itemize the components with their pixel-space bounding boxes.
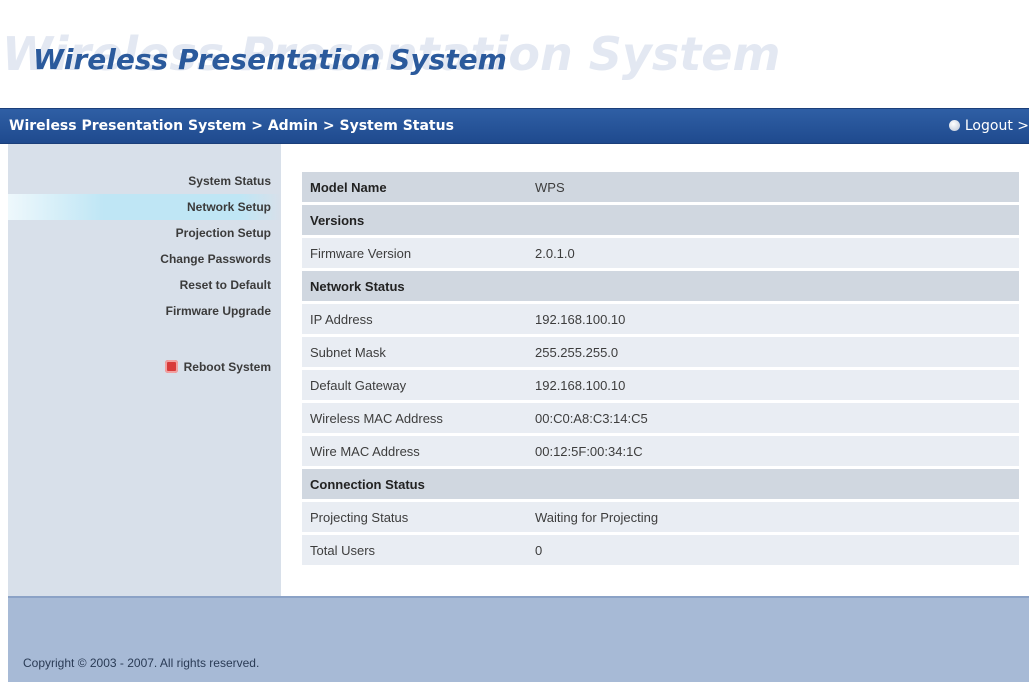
subnet-mask-value: 255.255.255.0: [527, 337, 1019, 367]
logout-icon: [948, 120, 960, 131]
network-status-header: Network Status: [302, 271, 1019, 301]
table-row: Firmware Version 2.0.1.0: [302, 238, 1019, 268]
table-row: Projecting Status Waiting for Projecting: [302, 502, 1019, 532]
connection-status-header: Connection Status: [302, 469, 1019, 499]
sidebar-item-system-status[interactable]: System Status: [8, 168, 281, 194]
section-header-row: Connection Status: [302, 469, 1019, 499]
reboot-system-button[interactable]: Reboot System: [8, 354, 281, 380]
table-row: Default Gateway 192.168.100.10: [302, 370, 1019, 400]
sidebar-item-reset-to-default[interactable]: Reset to Default: [8, 272, 281, 298]
firmware-version-label: Firmware Version: [302, 238, 527, 268]
section-header-row: Versions: [302, 205, 1019, 235]
table-row: Subnet Mask 255.255.255.0: [302, 337, 1019, 367]
subnet-mask-label: Subnet Mask: [302, 337, 527, 367]
sidebar-item-firmware-upgrade[interactable]: Firmware Upgrade: [8, 298, 281, 324]
table-row: Total Users 0: [302, 535, 1019, 565]
wire-mac-label: Wire MAC Address: [302, 436, 527, 466]
wireless-mac-label: Wireless MAC Address: [302, 403, 527, 433]
wire-mac-value: 00:12:5F:00:34:1C: [527, 436, 1019, 466]
sidebar: System Status Network Setup Projection S…: [8, 144, 281, 596]
app-title: Wireless Presentation System: [33, 43, 507, 76]
breadcrumb: Wireless Presentation System > Admin > S…: [9, 118, 454, 134]
section-header-row: Network Status: [302, 271, 1019, 301]
reboot-label: Reboot System: [183, 360, 271, 374]
sidebar-item-network-setup[interactable]: Network Setup: [8, 194, 281, 220]
logout-label: Logout >: [964, 118, 1029, 134]
footer: Copyright © 2003 - 2007. All rights rese…: [8, 596, 1029, 682]
table-row: IP Address 192.168.100.10: [302, 304, 1019, 334]
versions-header: Versions: [302, 205, 1019, 235]
default-gateway-value: 192.168.100.10: [527, 370, 1019, 400]
table-row: Wire MAC Address 00:12:5F:00:34:1C: [302, 436, 1019, 466]
sidebar-item-projection-setup[interactable]: Projection Setup: [8, 220, 281, 246]
default-gateway-label: Default Gateway: [302, 370, 527, 400]
firmware-version-value: 2.0.1.0: [527, 238, 1019, 268]
table-row: Wireless MAC Address 00:C0:A8:C3:14:C5: [302, 403, 1019, 433]
main-content: Model Name WPS Versions Firmware Version…: [281, 144, 1029, 596]
navbar: Wireless Presentation System > Admin > S…: [0, 108, 1029, 144]
projecting-status-value: Waiting for Projecting: [527, 502, 1019, 532]
copyright-text: Copyright © 2003 - 2007. All rights rese…: [23, 656, 260, 670]
wireless-mac-value: 00:C0:A8:C3:14:C5: [527, 403, 1019, 433]
model-name-label: Model Name: [302, 172, 527, 202]
model-name-value: WPS: [527, 172, 1019, 202]
total-users-value: 0: [527, 535, 1019, 565]
reboot-icon: [164, 360, 178, 373]
projecting-status-label: Projecting Status: [302, 502, 527, 532]
logout-link[interactable]: Logout >: [948, 118, 1029, 134]
ip-address-value: 192.168.100.10: [527, 304, 1019, 334]
total-users-label: Total Users: [302, 535, 527, 565]
header: Wireless Presentation System Wireless Pr…: [0, 0, 1029, 108]
system-status-table: Model Name WPS Versions Firmware Version…: [302, 169, 1019, 568]
ip-address-label: IP Address: [302, 304, 527, 334]
table-row: Model Name WPS: [302, 172, 1019, 202]
sidebar-item-change-passwords[interactable]: Change Passwords: [8, 246, 281, 272]
